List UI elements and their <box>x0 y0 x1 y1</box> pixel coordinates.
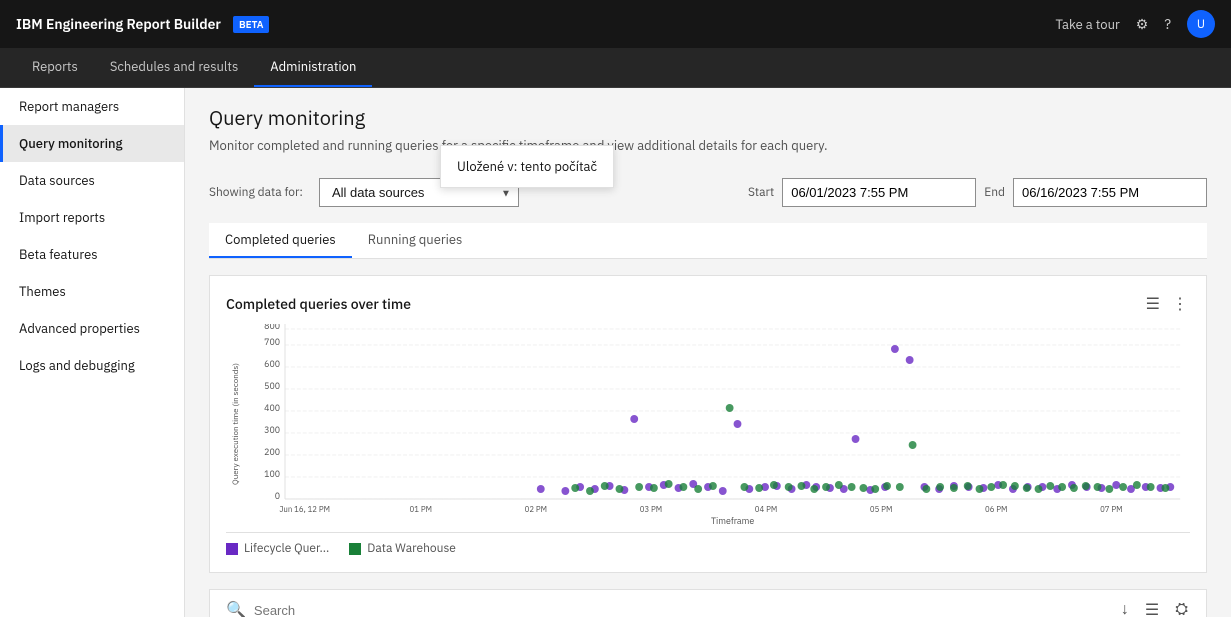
search-input[interactable] <box>254 603 1111 617</box>
download-button[interactable]: ↓ <box>1119 598 1131 617</box>
layout: Report managers Query monitoring Data so… <box>0 88 1231 617</box>
more-options-button[interactable]: ⋮ <box>1170 292 1190 316</box>
sidebar-item-report-managers[interactable]: Report managers <box>0 88 184 125</box>
svg-text:Jun 16, 12 PM: Jun 16, 12 PM <box>279 505 330 515</box>
page-title: Query monitoring <box>209 104 1207 131</box>
sidebar-item-import-reports[interactable]: Import reports <box>0 199 184 236</box>
topbar: IBM Engineering Report Builder Beta Take… <box>0 0 1231 48</box>
svg-text:Query execution time (in secon: Query execution time (in seconds) <box>231 363 241 485</box>
search-icon: 🔍 <box>226 600 246 617</box>
start-date-input[interactable] <box>782 178 976 207</box>
topbar-right: Take a tour ⚙ ? U <box>1055 10 1215 38</box>
page-header: Query monitoring Monitor completed and r… <box>185 88 1231 178</box>
nav-tab-reports[interactable]: Reports <box>16 47 94 87</box>
chart-legend: Lifecycle Quer... Data Warehouse <box>226 532 1190 556</box>
svg-text:0: 0 <box>275 491 280 502</box>
topbar-brand: IBM Engineering Report Builder <box>16 15 221 33</box>
take-a-tour-link[interactable]: Take a tour <box>1055 16 1119 33</box>
main-content: Query monitoring Monitor completed and r… <box>185 88 1231 617</box>
tab-completed-queries[interactable]: Completed queries <box>209 223 352 258</box>
nav-tab-administration[interactable]: Administration <box>254 47 372 87</box>
svg-text:600: 600 <box>264 359 280 370</box>
legend-dot-lifecycle <box>226 543 238 555</box>
legend-label-lifecycle: Lifecycle Quer... <box>244 541 329 556</box>
page-subtitle: Monitor completed and running queries fo… <box>209 137 1207 154</box>
date-range-group: Start End <box>748 178 1207 207</box>
table-toolbar: 🔍 ↓ ☰ ⛭ <box>210 590 1206 617</box>
user-avatar[interactable]: U <box>1187 10 1215 38</box>
settings-icon[interactable]: ⚙ <box>1136 15 1149 33</box>
svg-text:04 PM: 04 PM <box>755 505 777 515</box>
filter-button[interactable]: ⛭ <box>1173 598 1190 617</box>
svg-text:07 PM: 07 PM <box>1100 505 1122 515</box>
tab-running-queries[interactable]: Running queries <box>352 223 479 258</box>
sidebar-item-themes[interactable]: Themes <box>0 273 184 310</box>
legend-item-datawarehouse: Data Warehouse <box>349 541 456 556</box>
topbar-left: IBM Engineering Report Builder Beta <box>16 15 269 33</box>
legend-label-datawarehouse: Data Warehouse <box>367 541 456 556</box>
start-label: Start <box>748 185 774 200</box>
legend-dot-datawarehouse <box>349 543 361 555</box>
sidebar: Report managers Query monitoring Data so… <box>0 88 185 617</box>
tooltip-saved: Uložené v: tento počítač <box>440 145 614 188</box>
chart-title: Completed queries over time <box>226 295 411 313</box>
sidebar-item-data-sources[interactable]: Data sources <box>0 162 184 199</box>
filter-label: Showing data for: <box>209 185 303 200</box>
table-toolbar-actions: ↓ ☰ ⛭ <box>1119 598 1190 617</box>
svg-text:06 PM: 06 PM <box>985 505 1007 515</box>
nav-tab-schedules[interactable]: Schedules and results <box>94 47 254 87</box>
help-icon[interactable]: ? <box>1164 15 1171 33</box>
beta-badge: Beta <box>233 16 270 33</box>
end-date-input[interactable] <box>1013 178 1207 207</box>
svg-text:05 PM: 05 PM <box>870 505 892 515</box>
svg-text:03 PM: 03 PM <box>640 505 662 515</box>
table-section: 🔍 ↓ ☰ ⛭ Report User Start time Duration … <box>209 589 1207 617</box>
chart-section: Completed queries over time ☰ ⋮ 0 100 <box>209 275 1207 573</box>
chart-area: 0 100 200 300 400 500 600 700 80 <box>226 324 1190 524</box>
svg-text:100: 100 <box>264 469 280 480</box>
svg-text:500: 500 <box>264 381 280 392</box>
query-tabs: Completed queries Running queries <box>209 223 1207 259</box>
chart-svg: 0 100 200 300 400 500 600 700 80 <box>226 324 1190 524</box>
end-label: End <box>984 185 1005 200</box>
sidebar-item-advanced-properties[interactable]: Advanced properties <box>0 310 184 347</box>
list-view-button[interactable]: ☰ <box>1144 292 1162 316</box>
svg-text:200: 200 <box>264 447 280 458</box>
sidebar-item-logs-debugging[interactable]: Logs and debugging <box>0 347 184 384</box>
legend-item-lifecycle: Lifecycle Quer... <box>226 541 329 556</box>
chart-actions: ☰ ⋮ <box>1144 292 1190 316</box>
main-nav: Reports Schedules and results Administra… <box>0 48 1231 88</box>
chart-header: Completed queries over time ☰ ⋮ <box>226 292 1190 316</box>
svg-text:Timeframe: Timeframe <box>711 516 754 524</box>
svg-text:700: 700 <box>264 337 280 348</box>
svg-text:300: 300 <box>264 425 280 436</box>
sidebar-item-beta-features[interactable]: Beta features <box>0 236 184 273</box>
columns-button[interactable]: ☰ <box>1143 598 1161 617</box>
svg-text:02 PM: 02 PM <box>525 505 547 515</box>
svg-text:400: 400 <box>264 403 280 414</box>
svg-text:800: 800 <box>264 324 280 332</box>
filter-row: Showing data for: All data sources ▼ Sta… <box>185 178 1231 223</box>
sidebar-item-query-monitoring[interactable]: Query monitoring <box>0 125 184 162</box>
svg-text:01 PM: 01 PM <box>410 505 432 515</box>
